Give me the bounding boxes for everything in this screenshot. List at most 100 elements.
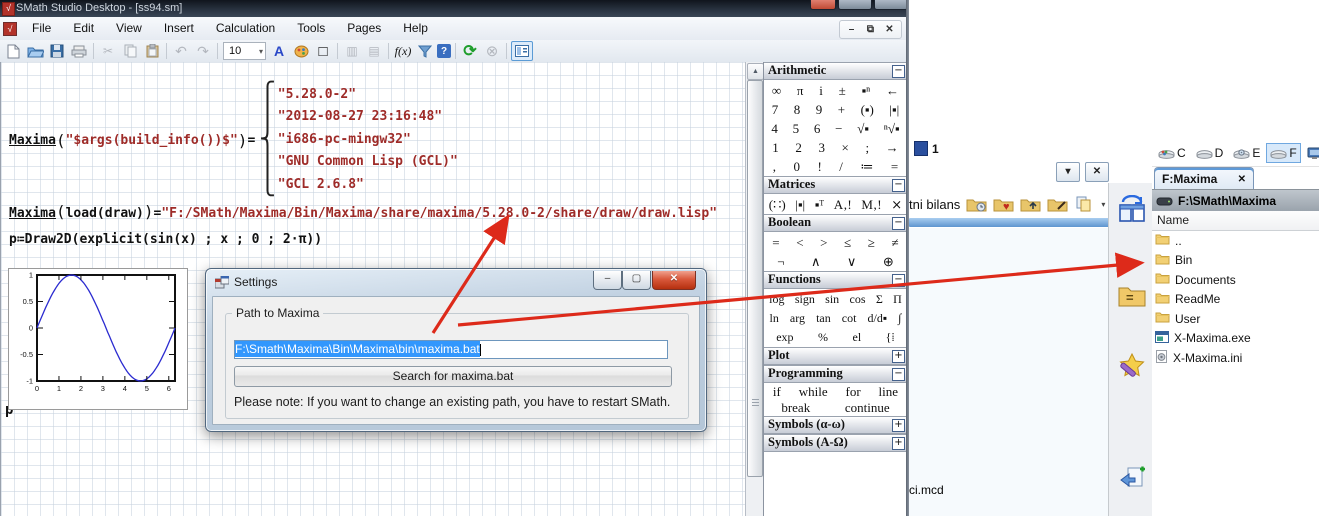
file-item[interactable]: User — [1152, 309, 1319, 329]
font-size-select[interactable]: 10▾ — [223, 42, 266, 60]
mdi-minimize-icon[interactable]: – — [843, 22, 860, 37]
paste-icon[interactable] — [142, 42, 162, 60]
menu-item-calculation[interactable]: Calculation — [205, 17, 286, 40]
palette-button[interactable]: = — [772, 235, 779, 251]
palette-button[interactable]: × — [842, 140, 849, 156]
close-button[interactable]: ✕ — [652, 271, 696, 290]
palette-button[interactable]: ≠ — [891, 235, 898, 251]
palette-button[interactable]: exp — [776, 330, 793, 345]
section-header-matrices[interactable]: Matrices− — [764, 176, 907, 194]
file-item[interactable]: Bin — [1152, 251, 1319, 271]
collapse-icon[interactable]: − — [892, 179, 905, 192]
drive-network[interactable]: G — [1303, 143, 1319, 163]
palette-button[interactable]: ▪ⁿ — [862, 83, 871, 99]
title-bar[interactable]: √ SMath Studio Desktop - [ss94.sm] — [0, 0, 908, 17]
dropdown-button[interactable]: ▾ — [1056, 162, 1080, 182]
close-button[interactable]: ✕ — [1085, 162, 1109, 182]
cut-icon[interactable]: ✂ — [98, 42, 118, 60]
column-header-name[interactable]: Name — [1152, 211, 1319, 231]
section-header-boolean[interactable]: Boolean− — [764, 214, 907, 232]
math-region-build-info[interactable]: Maxima("$args(build_info())$")= ⎧⎪⎨⎪⎩ "5… — [9, 84, 458, 196]
palette-button[interactable]: 0 — [793, 159, 800, 175]
caption-close-stub[interactable] — [810, 0, 836, 10]
palette-button[interactable]: ▪ᵀ — [815, 197, 824, 213]
section-header-symbols-upper[interactable]: Symbols (A-Ω)+ — [764, 434, 907, 452]
palette-button[interactable]: (∷) — [769, 197, 786, 213]
palette-button[interactable]: 2 — [795, 140, 802, 156]
palette-button[interactable]: break — [781, 400, 810, 416]
palette-button[interactable]: ∞ — [772, 83, 781, 99]
palette-button[interactable]: % — [818, 330, 828, 345]
palette-button[interactable]: − — [835, 121, 842, 137]
section-header-arithmetic[interactable]: Arithmetic− — [764, 62, 907, 80]
palette-button[interactable]: cos — [850, 292, 866, 307]
menu-item-file[interactable]: File — [21, 17, 62, 40]
palette-button[interactable]: 3 — [818, 140, 825, 156]
palette-button[interactable]: d/d▪ — [868, 311, 888, 326]
palette-button[interactable]: 9 — [816, 102, 823, 118]
palette-button[interactable]: tan — [816, 311, 831, 326]
recalculate-icon[interactable]: ⟳ — [460, 42, 480, 60]
palette-button[interactable]: if — [773, 384, 781, 400]
palette-button[interactable]: ¬ — [777, 254, 784, 270]
palette-button[interactable]: |▪| — [795, 197, 805, 213]
palette-button[interactable]: sin — [825, 292, 839, 307]
drive-f[interactable]: F — [1266, 143, 1300, 163]
explorer-tab[interactable]: F:Maxima ✕ — [1154, 167, 1254, 190]
palette-button[interactable]: = — [891, 159, 898, 175]
section-header-functions[interactable]: Functions− — [764, 271, 907, 289]
new-document-icon[interactable] — [3, 42, 23, 60]
palette-button[interactable]: ! — [817, 159, 821, 175]
palette-button[interactable]: 4 — [771, 121, 778, 137]
palette-button[interactable]: 1 — [772, 140, 779, 156]
palette-button[interactable]: < — [796, 235, 803, 251]
folder-history-icon[interactable] — [966, 196, 987, 212]
palette-button[interactable]: A‚! — [834, 197, 852, 213]
mdi-restore-icon[interactable]: ⧉ — [862, 22, 879, 37]
folder-equals-icon[interactable]: = — [1118, 283, 1146, 312]
palette-button[interactable]: line — [879, 384, 899, 400]
palette-button[interactable]: ln — [770, 311, 779, 326]
folder-up-icon[interactable] — [1020, 196, 1041, 212]
scroll-up-icon[interactable]: ▲ — [747, 63, 764, 80]
mdi-close-icon[interactable]: ✕ — [881, 22, 898, 37]
redo-icon[interactable]: ↷ — [193, 42, 213, 60]
palette-button[interactable]: while — [799, 384, 828, 400]
maxima-path-input[interactable]: F:\Smath\Maxima\Bin\Maxima\bin\maxima.ba… — [234, 340, 668, 359]
tab-close-icon[interactable]: ✕ — [1238, 174, 1246, 185]
drive-d[interactable]: D — [1192, 143, 1228, 163]
document-icon[interactable]: √ — [3, 22, 17, 36]
section-header-programming[interactable]: Programming− — [764, 365, 907, 383]
caption-min-stub[interactable] — [874, 0, 908, 10]
import-document-icon[interactable] — [1118, 463, 1148, 498]
chevron-down-icon[interactable]: ▾ — [1101, 200, 1105, 209]
palette-button[interactable]: ≤ — [844, 235, 851, 251]
side-panel-toggle-icon[interactable] — [511, 41, 533, 61]
vertical-scrollbar[interactable]: ▲ — [745, 62, 763, 516]
collapse-icon[interactable]: − — [892, 217, 905, 230]
palette-button[interactable]: ≔ — [860, 159, 873, 175]
settings-dialog[interactable]: Settings – ▢ ✕ Path to Maxima F:\Smath\M… — [205, 268, 707, 432]
palette-button[interactable]: continue — [845, 400, 890, 416]
palette-button[interactable]: 6 — [814, 121, 821, 137]
palette-button[interactable]: ∨ — [847, 254, 857, 270]
palette-button[interactable]: 5 — [793, 121, 800, 137]
address-bar[interactable]: F:\SMath\Maxima — [1152, 189, 1319, 212]
palette-button[interactable]: π — [797, 83, 804, 99]
palette-button[interactable]: (▪) — [861, 102, 874, 118]
palette-button[interactable]: ± — [839, 83, 846, 99]
menu-item-edit[interactable]: Edit — [62, 17, 105, 40]
palette-button[interactable]: 7 — [772, 102, 779, 118]
palette-button[interactable]: ⨯ — [891, 197, 902, 213]
palette-button[interactable]: ; — [865, 140, 869, 156]
caption-restore-stub[interactable] — [838, 0, 872, 10]
stop-icon[interactable]: ⊗ — [482, 42, 502, 60]
palette-button[interactable]: log — [769, 292, 784, 307]
menu-item-view[interactable]: View — [105, 17, 153, 40]
background-file-label[interactable]: ci.mcd — [909, 483, 944, 497]
collapse-icon[interactable]: − — [892, 65, 905, 78]
expand-icon[interactable]: + — [892, 419, 905, 432]
palette-button[interactable]: ∧ — [811, 254, 821, 270]
search-maxima-button[interactable]: Search for maxima.bat — [234, 366, 672, 387]
menu-item-pages[interactable]: Pages — [336, 17, 392, 40]
